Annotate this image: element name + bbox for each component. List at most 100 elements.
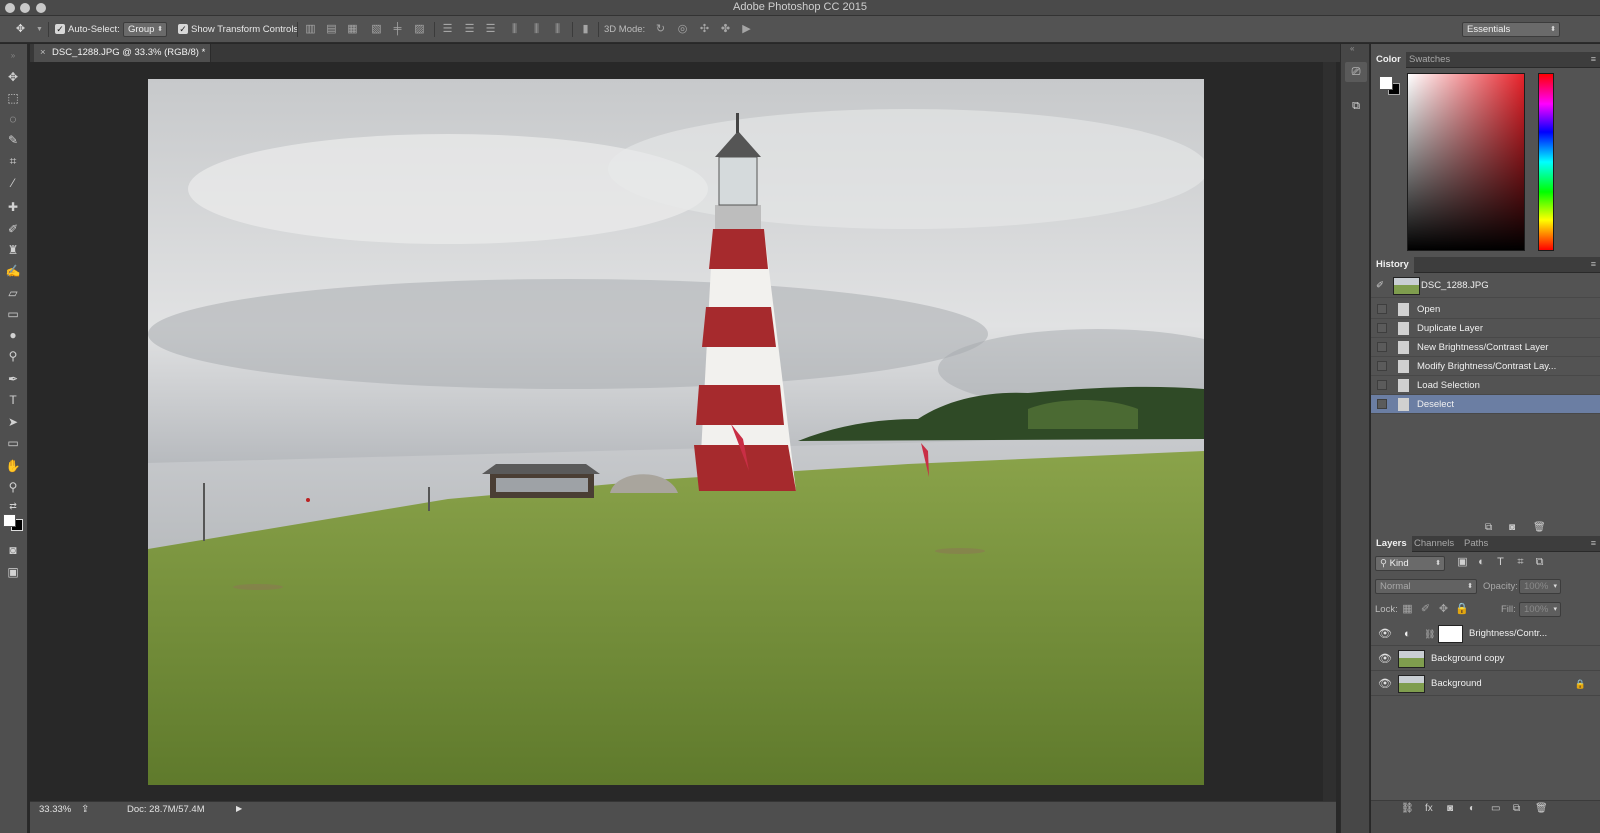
filter-adjustment-icon[interactable]: ◐ bbox=[1475, 556, 1488, 569]
history-panel-title[interactable]: History bbox=[1371, 257, 1414, 273]
filter-smart-object-icon[interactable]: ⧉ bbox=[1533, 556, 1546, 569]
lock-all-icon[interactable]: 🔒 bbox=[1455, 603, 1469, 616]
status-menu-arrow-icon[interactable]: ▶ bbox=[236, 804, 242, 813]
history-source-box[interactable] bbox=[1377, 380, 1387, 390]
lock-transparency-icon[interactable]: ▦ bbox=[1401, 603, 1414, 616]
align-hcenter-icon[interactable]: ╪ bbox=[391, 23, 404, 36]
pen-tool-icon[interactable]: ✒ bbox=[4, 370, 22, 388]
distribute-vcenter-icon[interactable]: ☰ bbox=[463, 23, 476, 36]
lock-position-icon[interactable]: ✥ bbox=[1437, 603, 1450, 616]
layer-lock-icon[interactable]: 🔒 bbox=[1575, 672, 1586, 696]
add-mask-icon[interactable]: ◙ bbox=[1447, 803, 1453, 814]
auto-align-icon[interactable]: ▮ bbox=[579, 23, 592, 36]
history-step-duplicate-layer[interactable]: Duplicate Layer bbox=[1371, 319, 1600, 338]
history-step-modify-brightness-contrast[interactable]: Modify Brightness/Contrast Lay... bbox=[1371, 357, 1600, 376]
collapse-dock-icon[interactable]: « bbox=[1350, 44, 1354, 53]
history-brush-source-icon[interactable]: ✐ bbox=[1376, 274, 1384, 298]
distribute-left-icon[interactable]: ⫼ bbox=[508, 23, 521, 36]
history-source-box[interactable] bbox=[1377, 361, 1387, 371]
auto-select-dropdown[interactable]: Group ⬍ bbox=[123, 22, 167, 37]
opacity-field[interactable]: 100% ▾ bbox=[1519, 579, 1561, 594]
visibility-eye-icon[interactable]: 👁 bbox=[1378, 672, 1392, 696]
type-tool-icon[interactable]: T bbox=[4, 391, 22, 409]
distribute-top-icon[interactable]: ☰ bbox=[441, 23, 454, 36]
quick-selection-tool-icon[interactable]: ✎ bbox=[4, 131, 22, 149]
history-step-new-brightness-contrast[interactable]: New Brightness/Contrast Layer bbox=[1371, 338, 1600, 357]
history-source-box[interactable] bbox=[1377, 304, 1387, 314]
show-transform-checkbox[interactable]: ✓ bbox=[178, 24, 188, 34]
history-source-box[interactable] bbox=[1377, 399, 1387, 409]
visibility-eye-icon[interactable]: 👁 bbox=[1378, 647, 1392, 671]
new-document-from-state-icon[interactable]: ⧉ bbox=[1485, 522, 1492, 533]
filter-type-icon[interactable]: T bbox=[1494, 556, 1507, 569]
history-step-load-selection[interactable]: Load Selection bbox=[1371, 376, 1600, 395]
layer-brightness-contrast[interactable]: 👁 ◐ ⛓ Brightness/Contr... bbox=[1371, 622, 1600, 646]
3d-slide-icon[interactable]: ✤ bbox=[719, 23, 732, 36]
history-snapshot[interactable]: ✐ DSC_1288.JPG bbox=[1371, 274, 1600, 298]
zoom-tool-icon[interactable]: ⚲ bbox=[4, 478, 22, 496]
rectangle-tool-icon[interactable]: ▭ bbox=[4, 434, 22, 452]
color-field[interactable] bbox=[1407, 73, 1525, 251]
delete-layer-icon[interactable]: 🗑 bbox=[1535, 803, 1548, 814]
new-snapshot-icon[interactable]: ◙ bbox=[1509, 522, 1515, 533]
clone-stamp-tool-icon[interactable]: ♜ bbox=[4, 241, 22, 259]
eyedropper-tool-icon[interactable]: ⁄ bbox=[4, 174, 22, 192]
layers-panel-menu-icon[interactable]: ≡ bbox=[1591, 538, 1596, 548]
layer-style-icon[interactable]: fx bbox=[1425, 803, 1433, 814]
canvas-area[interactable] bbox=[30, 62, 1336, 801]
history-panel-menu-icon[interactable]: ≡ bbox=[1591, 259, 1596, 269]
lock-pixels-icon[interactable]: ✐ bbox=[1419, 603, 1432, 616]
dodge-tool-icon[interactable]: ⚲ bbox=[4, 347, 22, 365]
screen-mode-icon[interactable]: ▣ bbox=[4, 563, 22, 581]
crop-tool-icon[interactable]: ⌗ bbox=[4, 152, 22, 170]
new-adjustment-layer-icon[interactable]: ◐ bbox=[1469, 803, 1475, 814]
hue-slider[interactable] bbox=[1538, 73, 1554, 251]
workspace-dropdown[interactable]: Essentials ⬍ bbox=[1462, 22, 1560, 37]
tab-channels[interactable]: Channels bbox=[1409, 536, 1459, 552]
3d-orbit-icon[interactable]: ↻ bbox=[654, 23, 667, 36]
layer-background[interactable]: 👁 Background 🔒 bbox=[1371, 672, 1600, 696]
history-panel-icon[interactable]: ⎚ bbox=[1345, 62, 1367, 82]
collapse-tools-icon[interactable]: » bbox=[4, 47, 22, 65]
foreground-color-chip[interactable] bbox=[1379, 76, 1393, 90]
new-layer-icon[interactable]: ⧉ bbox=[1513, 803, 1520, 814]
tab-layers[interactable]: Layers bbox=[1371, 536, 1412, 552]
3d-pan-icon[interactable]: ✣ bbox=[698, 23, 711, 36]
healing-brush-tool-icon[interactable]: ✚ bbox=[4, 198, 22, 216]
foreground-color-swatch[interactable] bbox=[3, 514, 16, 527]
delete-state-icon[interactable]: 🗑 bbox=[1533, 522, 1546, 533]
marquee-tool-icon[interactable]: ⬚ bbox=[4, 89, 22, 107]
align-top-icon[interactable]: ▥ bbox=[304, 23, 317, 36]
move-tool-icon[interactable]: ✥ bbox=[4, 68, 22, 86]
close-tab-icon[interactable]: × bbox=[40, 44, 46, 62]
3d-roll-icon[interactable]: ◎ bbox=[676, 23, 689, 36]
auto-select-checkbox[interactable]: ✓ bbox=[55, 24, 65, 34]
document-image[interactable] bbox=[148, 79, 1204, 785]
history-brush-tool-icon[interactable]: ✍ bbox=[4, 262, 22, 280]
gradient-tool-icon[interactable]: ▭ bbox=[4, 305, 22, 323]
new-group-icon[interactable]: ▭ bbox=[1491, 803, 1500, 814]
share-icon[interactable]: ⇪ bbox=[81, 804, 89, 815]
distribute-bottom-icon[interactable]: ☰ bbox=[484, 23, 497, 36]
link-chain-icon[interactable]: ⛓ bbox=[1424, 622, 1435, 646]
3d-scale-icon[interactable]: ▶ bbox=[740, 23, 753, 36]
tab-color[interactable]: Color bbox=[1371, 52, 1406, 68]
eraser-tool-icon[interactable]: ▱ bbox=[4, 284, 22, 302]
layer-background-copy[interactable]: 👁 Background copy bbox=[1371, 647, 1600, 671]
tab-paths[interactable]: Paths bbox=[1459, 536, 1493, 552]
zoom-level[interactable]: 33.33% bbox=[39, 804, 71, 815]
panel-menu-icon[interactable]: ≡ bbox=[1591, 54, 1596, 64]
swap-colors-icon[interactable]: ⇄ bbox=[4, 497, 22, 515]
history-source-box[interactable] bbox=[1377, 342, 1387, 352]
tab-swatches[interactable]: Swatches bbox=[1404, 52, 1455, 68]
fill-field[interactable]: 100% ▾ bbox=[1519, 602, 1561, 617]
history-step-deselect[interactable]: Deselect bbox=[1371, 395, 1600, 414]
link-layers-icon[interactable]: ⛓ bbox=[1401, 803, 1414, 814]
filter-pixel-icon[interactable]: ▣ bbox=[1456, 556, 1469, 569]
document-tab[interactable]: × DSC_1288.JPG @ 33.3% (RGB/8) * bbox=[34, 44, 211, 62]
history-source-box[interactable] bbox=[1377, 323, 1387, 333]
quick-mask-icon[interactable]: ◙ bbox=[4, 541, 22, 559]
vertical-scrollbar[interactable] bbox=[1323, 62, 1336, 801]
align-vcenter-icon[interactable]: ▤ bbox=[325, 23, 338, 36]
chevron-down-icon[interactable]: ▼ bbox=[33, 23, 46, 36]
